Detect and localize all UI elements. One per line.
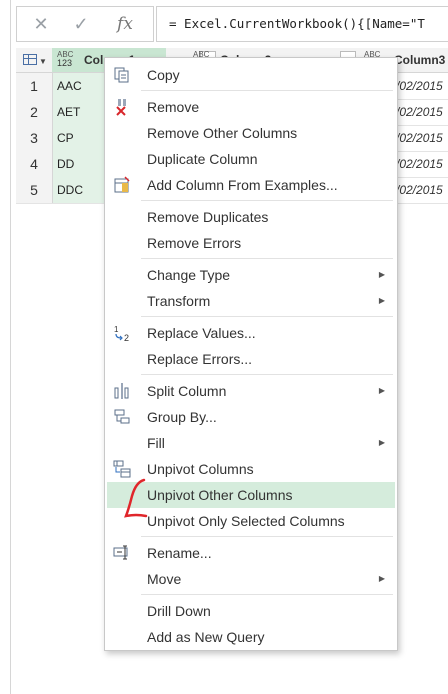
- row-number[interactable]: 1: [16, 73, 53, 99]
- menu-separator: [141, 536, 393, 537]
- menu-item-remove[interactable]: Remove: [107, 94, 395, 120]
- submenu-arrow-icon: ▶: [378, 270, 385, 279]
- submenu-arrow-icon: ▶: [378, 438, 385, 447]
- menu-item-remove-errors[interactable]: Remove Errors: [107, 230, 395, 256]
- menu-item-label: Fill: [147, 435, 165, 451]
- column-title: Column3: [394, 53, 446, 67]
- copy-icon: [114, 67, 129, 83]
- table-cell[interactable]: /02/2015: [396, 125, 448, 151]
- row-number[interactable]: 2: [16, 99, 53, 125]
- menu-item-label: Unpivot Other Columns: [147, 487, 293, 503]
- menu-item-label: Move: [147, 571, 182, 587]
- table-cell[interactable]: /02/2015: [396, 177, 448, 203]
- svg-text:1: 1: [114, 325, 119, 334]
- menu-item-label: Add as New Query: [147, 629, 265, 645]
- formula-bar: ✕ ✓ fx = Excel.CurrentWorkbook(){[Name="…: [16, 6, 448, 42]
- table-cell[interactable]: /02/2015: [396, 73, 448, 99]
- menu-item-replace-values[interactable]: 12 Replace Values...: [107, 320, 395, 346]
- remove-column-icon: [116, 99, 126, 116]
- submenu-arrow-icon: ▶: [378, 574, 385, 583]
- replace-values-icon: 12: [114, 325, 129, 342]
- menu-item-split-column[interactable]: Split Column ▶: [107, 378, 395, 404]
- menu-item-label: Remove Duplicates: [147, 209, 269, 225]
- table-menu-button[interactable]: ▼: [16, 48, 53, 72]
- menu-item-fill[interactable]: Fill ▶: [107, 430, 395, 456]
- menu-separator: [141, 374, 393, 375]
- menu-separator: [141, 200, 393, 201]
- row-number[interactable]: 3: [16, 125, 53, 151]
- context-menu: Copy Remove Remove Other Columns Duplica…: [104, 57, 398, 651]
- menu-separator: [141, 594, 393, 595]
- column-from-examples-icon: [114, 176, 130, 193]
- menu-item-remove-duplicates[interactable]: Remove Duplicates: [107, 204, 395, 230]
- menu-item-drill-down[interactable]: Drill Down: [107, 598, 395, 624]
- table-cell[interactable]: /02/2015: [396, 151, 448, 177]
- menu-item-label: Rename...: [147, 545, 212, 561]
- check-icon[interactable]: ✓: [67, 10, 95, 38]
- menu-item-copy[interactable]: Copy: [107, 62, 395, 88]
- type-any-icon[interactable]: ABC 123: [57, 50, 73, 68]
- menu-item-label: Drill Down: [147, 603, 211, 619]
- menu-item-label: Replace Values...: [147, 325, 256, 341]
- editor-gutter: [0, 0, 11, 694]
- type-label: 123: [57, 58, 73, 68]
- menu-item-label: Copy: [147, 67, 180, 83]
- menu-separator: [141, 316, 393, 317]
- table-icon: [23, 54, 37, 65]
- menu-item-label: Remove: [147, 99, 200, 115]
- menu-item-label: Remove Other Columns: [147, 125, 298, 141]
- menu-item-label: Split Column: [147, 383, 227, 399]
- red-pen-annotation: [124, 478, 148, 518]
- menu-item-label: Replace Errors...: [147, 351, 253, 367]
- row-number[interactable]: 5: [16, 177, 53, 203]
- menu-separator: [141, 90, 393, 91]
- row-number[interactable]: 4: [16, 151, 53, 177]
- menu-item-duplicate-column[interactable]: Duplicate Column: [107, 146, 395, 172]
- menu-item-move[interactable]: Move ▶: [107, 566, 395, 592]
- fx-icon[interactable]: fx: [111, 10, 139, 38]
- menu-item-replace-errors[interactable]: Replace Errors...: [107, 346, 395, 372]
- menu-item-label: Group By...: [147, 409, 217, 425]
- menu-item-label: Add Column From Examples...: [147, 177, 338, 193]
- menu-item-group-by[interactable]: Group By...: [107, 404, 395, 430]
- submenu-arrow-icon: ▶: [378, 386, 385, 395]
- menu-item-label: Unpivot Only Selected Columns: [147, 513, 345, 529]
- menu-item-label: Unpivot Columns: [147, 461, 254, 477]
- dropdown-arrow-icon: ▼: [39, 57, 47, 66]
- submenu-arrow-icon: ▶: [378, 296, 385, 305]
- menu-item-label: Transform: [147, 293, 211, 309]
- menu-separator: [141, 258, 393, 259]
- group-by-icon: [114, 409, 130, 424]
- menu-item-label: Duplicate Column: [147, 151, 258, 167]
- close-icon[interactable]: ✕: [27, 10, 55, 38]
- menu-item-remove-other-columns[interactable]: Remove Other Columns: [107, 120, 395, 146]
- menu-item-label: Remove Errors: [147, 235, 242, 251]
- rename-icon: [113, 545, 128, 560]
- menu-item-rename[interactable]: Rename...: [107, 540, 395, 566]
- menu-item-transform[interactable]: Transform ▶: [107, 288, 395, 314]
- table-cell[interactable]: /02/2015: [396, 99, 448, 125]
- formula-bar-buttons: ✕ ✓ fx: [16, 6, 154, 42]
- menu-item-label: Change Type: [147, 267, 231, 283]
- svg-text:2: 2: [124, 333, 129, 342]
- formula-input[interactable]: = Excel.CurrentWorkbook(){[Name="T: [156, 6, 448, 42]
- menu-item-add-as-new-query[interactable]: Add as New Query: [107, 624, 395, 650]
- split-column-icon: [114, 383, 129, 399]
- menu-item-add-column-from-examples[interactable]: Add Column From Examples...: [107, 172, 395, 198]
- menu-item-change-type[interactable]: Change Type ▶: [107, 262, 395, 288]
